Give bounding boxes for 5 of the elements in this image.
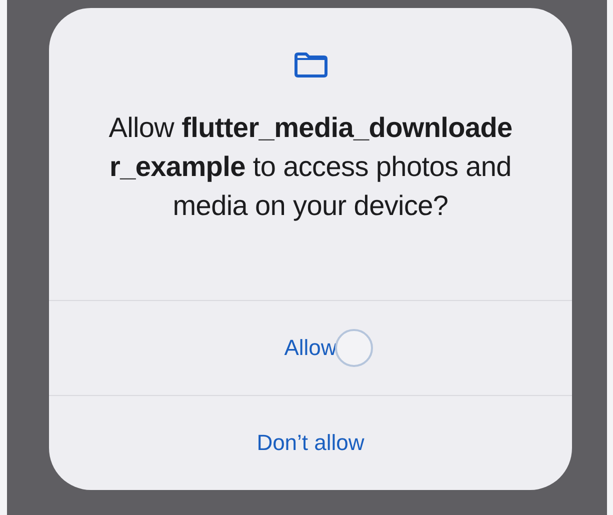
dialog-button[interactable]: Allow <box>276 331 345 365</box>
dialog-button[interactable]: Don’t allow <box>248 426 372 460</box>
touch-indicator <box>335 329 373 367</box>
folder-icon <box>294 52 328 78</box>
permission-message: Allow flutter_media_downloader_example to access photos and media on your device? <box>108 111 514 223</box>
